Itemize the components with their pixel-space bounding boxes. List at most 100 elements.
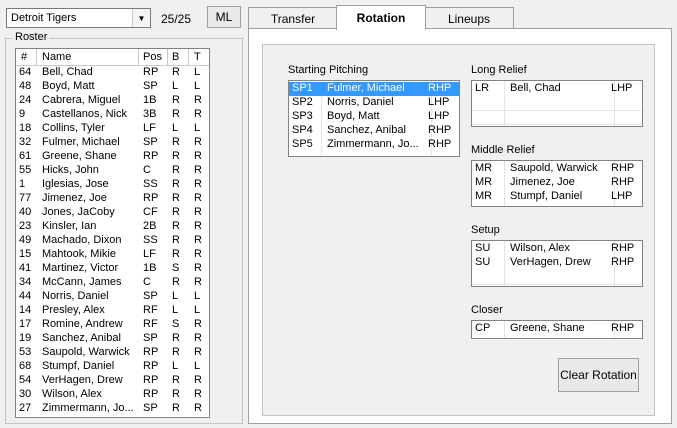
- roster-cell-pos: LF: [143, 122, 156, 134]
- middle-relief-slot-slot: MR: [475, 176, 493, 188]
- tab-lineups[interactable]: Lineups: [424, 7, 514, 29]
- roster-row[interactable]: 68 Stumpf, Daniel RP L L: [16, 360, 209, 374]
- roster-cell-num: 49: [19, 234, 32, 246]
- roster-cell-pos: LF: [143, 248, 156, 260]
- clear-rotation-button[interactable]: Clear Rotation: [558, 358, 639, 392]
- roster-row[interactable]: 30 Wilson, Alex RP R R: [16, 388, 209, 402]
- roster-cell-t: L: [194, 66, 201, 78]
- roster-cell-num: 14: [19, 304, 32, 316]
- roster-row[interactable]: 55 Hicks, John C R R: [16, 164, 209, 178]
- middle-relief-slot[interactable]: MR Saupold, Warwick RHP: [472, 162, 642, 176]
- column-pos[interactable]: Pos: [143, 51, 162, 63]
- roster-cell-t: R: [194, 402, 202, 414]
- roster-cell-num: 55: [19, 164, 32, 176]
- long-relief-list[interactable]: LR Bell, Chad LHP: [471, 80, 643, 127]
- column-name[interactable]: Name: [42, 51, 71, 63]
- roster-row[interactable]: 40 Jones, JaCoby CF R R: [16, 206, 209, 220]
- starting-pitching-list[interactable]: SP1 Fulmer, Michael RHP SP2 Norris, Daniel LH…: [288, 80, 460, 157]
- starting-pitcher-slot[interactable]: SP2 Norris, Daniel LHP: [289, 96, 459, 110]
- closer-slot[interactable]: CP Greene, Shane RHP: [472, 322, 642, 336]
- roster-cell-pos: 2B: [143, 220, 157, 232]
- roster-cell-name: Greene, Shane: [42, 150, 117, 162]
- chevron-down-icon[interactable]: ▼: [132, 9, 150, 27]
- roster-cell-b: R: [172, 164, 180, 176]
- roster-row[interactable]: 61 Greene, Shane RP R R: [16, 150, 209, 164]
- roster-cell-pos: 3B: [143, 108, 157, 120]
- roster-cell-pos: CF: [143, 206, 158, 218]
- starting-pitcher-slot[interactable]: SP5 Zimmermann, Jo... RHP: [289, 138, 459, 152]
- middle-relief-slot[interactable]: MR Jimenez, Joe RHP: [472, 176, 642, 190]
- roster-cell-num: 44: [19, 290, 32, 302]
- roster-row[interactable]: 14 Presley, Alex RF L L: [16, 304, 209, 318]
- closer-list[interactable]: CP Greene, Shane RHP: [471, 320, 643, 339]
- team-select[interactable]: Detroit Tigers ▼: [6, 8, 151, 28]
- long-relief-slot[interactable]: [472, 110, 642, 125]
- roster-row[interactable]: 18 Collins, Tyler LF L L: [16, 122, 209, 136]
- roster-row[interactable]: 77 Jimenez, Joe RP R R: [16, 192, 209, 206]
- starting-pitcher-slot-slot: SP5: [292, 138, 313, 150]
- roster-cell-t: R: [194, 262, 202, 274]
- roster-cell-num: 40: [19, 206, 32, 218]
- roster-cell-b: R: [172, 192, 180, 204]
- setup-slot-hand: RHP: [611, 256, 635, 268]
- column-t[interactable]: T: [194, 51, 201, 63]
- starting-pitcher-slot-slot: SP2: [292, 96, 313, 108]
- roster-cell-num: 77: [19, 192, 32, 204]
- long-relief-slot[interactable]: LR Bell, Chad LHP: [472, 82, 642, 96]
- column-b[interactable]: B: [172, 51, 179, 63]
- roster-cell-b: L: [172, 304, 179, 316]
- setup-slot[interactable]: [472, 270, 642, 285]
- roster-row[interactable]: 24 Cabrera, Miguel 1B R R: [16, 94, 209, 108]
- roster-row[interactable]: 53 Saupold, Warwick RP R R: [16, 346, 209, 360]
- roster-row[interactable]: 44 Norris, Daniel SP L L: [16, 290, 209, 304]
- roster-cell-t: R: [194, 164, 202, 176]
- long-relief-slot-hand: LHP: [611, 82, 633, 94]
- roster-row[interactable]: 32 Fulmer, Michael SP R R: [16, 136, 209, 150]
- tab-transfer[interactable]: Transfer: [248, 7, 338, 29]
- roster-cell-num: 1: [19, 178, 26, 190]
- closer-slot-slot: CP: [475, 322, 491, 334]
- middle-relief-slot-name: Stumpf, Daniel: [510, 190, 583, 202]
- middle-relief-slot[interactable]: MR Stumpf, Daniel LHP: [472, 190, 642, 204]
- roster-cell-pos: RP: [143, 360, 159, 372]
- roster-cell-pos: RP: [143, 66, 159, 78]
- roster-cell-pos: RF: [143, 318, 158, 330]
- roster-cell-num: 17: [19, 318, 32, 330]
- middle-relief-slot-slot: MR: [475, 162, 493, 174]
- roster-row[interactable]: 49 Machado, Dixon SS R R: [16, 234, 209, 248]
- setup-slot[interactable]: SU Wilson, Alex RHP: [472, 242, 642, 256]
- setup-slot[interactable]: SU VerHagen, Drew RHP: [472, 256, 642, 270]
- roster-cell-t: R: [194, 220, 202, 232]
- starting-pitcher-slot[interactable]: SP3 Boyd, Matt LHP: [289, 110, 459, 124]
- roster-cell-pos: SS: [143, 178, 158, 190]
- roster-cell-t: R: [194, 388, 202, 400]
- roster-cell-b: L: [172, 290, 179, 302]
- middle-relief-list[interactable]: MR Saupold, Warwick RHP MR Jimenez, Joe RHP MR…: [471, 160, 643, 207]
- roster-list[interactable]: # Name Pos B T 64 Bell, Chad RP R L 48 Boyd, M…: [15, 48, 210, 418]
- roster-row[interactable]: 1 Iglesias, Jose SS R R: [16, 178, 209, 192]
- roster-cell-b: R: [172, 220, 180, 232]
- starting-pitcher-slot[interactable]: SP4 Sanchez, Anibal RHP: [289, 124, 459, 138]
- roster-cell-pos: RP: [143, 346, 159, 358]
- roster-cell-t: R: [194, 206, 202, 218]
- roster-row[interactable]: 64 Bell, Chad RP R L: [16, 66, 209, 80]
- roster-row[interactable]: 17 Romine, Andrew RF S R: [16, 318, 209, 332]
- roster-row[interactable]: 19 Sanchez, Anibal SP R R: [16, 332, 209, 346]
- roster-row[interactable]: 48 Boyd, Matt SP L L: [16, 80, 209, 94]
- roster-row[interactable]: 15 Mahtook, Mikie LF R R: [16, 248, 209, 262]
- long-relief-slot[interactable]: [472, 96, 642, 111]
- setup-list[interactable]: SU Wilson, Alex RHP SU VerHagen, Drew RHP: [471, 240, 643, 287]
- roster-row[interactable]: 34 McCann, James C R R: [16, 276, 209, 290]
- roster-row[interactable]: 9 Castellanos, Nick 3B R R: [16, 108, 209, 122]
- roster-row[interactable]: 41 Martinez, Victor 1B S R: [16, 262, 209, 276]
- tab-rotation[interactable]: Rotation: [336, 5, 426, 30]
- starting-pitcher-slot[interactable]: SP1 Fulmer, Michael RHP: [289, 82, 459, 96]
- column-num[interactable]: #: [21, 51, 27, 63]
- roster-row[interactable]: 27 Zimmermann, Jo... SP R R: [16, 402, 209, 416]
- roster-row[interactable]: 54 VerHagen, Drew RP R R: [16, 374, 209, 388]
- roster-row[interactable]: 23 Kinsler, Ian 2B R R: [16, 220, 209, 234]
- roster-cell-t: R: [194, 276, 202, 288]
- ml-button[interactable]: ML: [207, 6, 241, 28]
- middle-relief-slot-name: Saupold, Warwick: [510, 162, 598, 174]
- roster-cell-b: R: [172, 150, 180, 162]
